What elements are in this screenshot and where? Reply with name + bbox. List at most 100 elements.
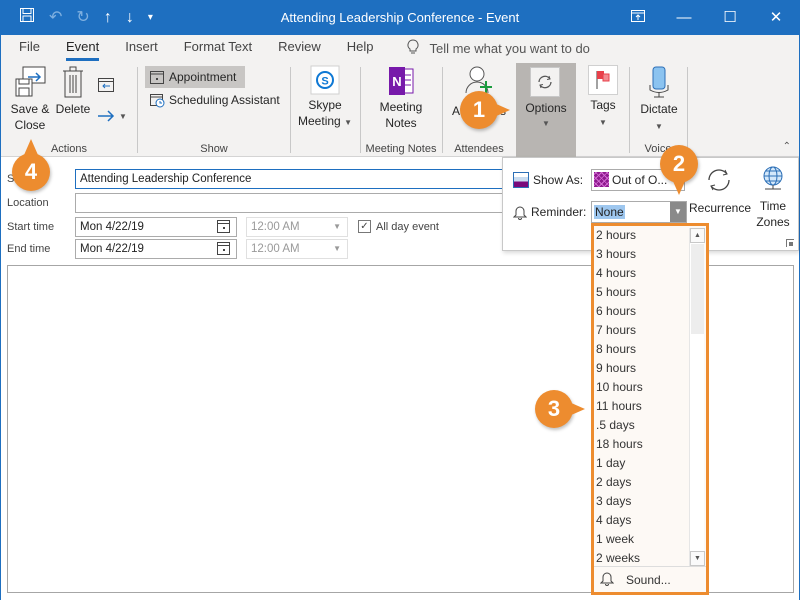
skype-meeting-button[interactable]: S Skype Meeting ▼ xyxy=(293,65,357,131)
start-time-select[interactable]: 12:00 AM ▼ xyxy=(246,217,348,237)
reminder-option[interactable]: 4 hours xyxy=(594,264,690,283)
delete-button[interactable]: Delete xyxy=(55,65,91,117)
forward-arrow-icon xyxy=(98,110,115,122)
tab-insert[interactable]: Insert xyxy=(125,35,158,61)
reminder-select[interactable]: None ▼ xyxy=(591,201,687,223)
reminder-option[interactable]: 8 hours xyxy=(594,340,690,359)
location-input[interactable] xyxy=(75,193,515,213)
microphone-icon xyxy=(649,66,669,98)
tell-me-placeholder: Tell me what you want to do xyxy=(429,40,590,56)
options-button[interactable]: Options ▼ xyxy=(516,63,576,157)
calendar-move-icon xyxy=(98,78,114,92)
end-time-select[interactable]: 12:00 AM ▼ xyxy=(246,239,348,259)
chevron-down-icon: ▼ xyxy=(333,222,341,231)
reminder-option[interactable]: 2 days xyxy=(594,473,690,492)
chevron-down-icon: ▼ xyxy=(599,118,607,127)
ribbon-display-options-icon[interactable] xyxy=(615,1,661,35)
show-as-label: Show As: xyxy=(513,172,583,188)
group-label-show: Show xyxy=(200,143,228,155)
all-day-label: All day event xyxy=(376,221,439,233)
chevron-down-icon: ▼ xyxy=(655,122,663,131)
maximize-icon[interactable]: ☐ xyxy=(707,1,753,35)
reminder-option[interactable]: 6 hours xyxy=(594,302,690,321)
reminder-option[interactable]: 4 days xyxy=(594,511,690,530)
tab-file[interactable]: File xyxy=(19,35,40,61)
svg-text:N: N xyxy=(392,74,401,89)
dialog-launcher-icon[interactable] xyxy=(786,239,794,247)
appointment-button[interactable]: Appointment xyxy=(145,66,245,88)
ribbon: Save & Close Delete ▼ Actions Appointmen… xyxy=(1,61,799,157)
onenote-icon: N xyxy=(389,67,414,95)
scheduling-assistant-icon xyxy=(150,94,165,108)
callout-4: 4 xyxy=(12,139,50,191)
tab-review[interactable]: Review xyxy=(278,35,321,61)
time-zones-button[interactable]: Time Zones xyxy=(753,164,793,230)
group-label-meeting-notes: Meeting Notes xyxy=(365,143,437,155)
reminder-option[interactable]: 3 days xyxy=(594,492,690,511)
reminder-option[interactable]: 18 hours xyxy=(594,435,690,454)
all-day-checkbox[interactable]: ✓ xyxy=(358,220,371,233)
lightbulb-icon xyxy=(407,38,419,58)
close-icon[interactable]: ✕ xyxy=(753,1,799,35)
outlook-event-window: ↶ ↻ ↑ ↓ ▾ Attending Leadership Conferenc… xyxy=(0,0,800,600)
chevron-down-icon: ▼ xyxy=(333,244,341,253)
scheduling-assistant-button[interactable]: Scheduling Assistant xyxy=(145,89,284,111)
reminder-option[interactable]: 10 hours xyxy=(594,378,690,397)
reminder-option[interactable]: 9 hours xyxy=(594,359,690,378)
ribbon-tabs: File Event Insert Format Text Review Hel… xyxy=(1,35,799,61)
reminder-option[interactable]: 2 hours xyxy=(594,226,690,245)
trash-icon xyxy=(63,66,83,98)
scroll-down-icon[interactable]: ▼ xyxy=(690,551,705,566)
collapse-ribbon-icon[interactable]: ⌃ xyxy=(783,141,791,152)
group-actions: Save & Close Delete ▼ Actions xyxy=(1,61,137,157)
refresh-icon xyxy=(530,67,560,97)
scrollbar-thumb[interactable] xyxy=(691,244,704,334)
tab-event[interactable]: Event xyxy=(65,35,100,61)
reminder-dropdown-list: 2 hours 3 hours 4 hours 5 hours 6 hours 7 hou… xyxy=(591,223,709,595)
group-show: Appointment Scheduling Assistant Show xyxy=(138,61,290,157)
reminder-option[interactable]: 11 hours xyxy=(594,397,690,416)
end-date-input[interactable]: Mon 4/22/19 xyxy=(75,239,237,259)
minimize-icon[interactable]: — xyxy=(661,1,707,35)
dictate-button[interactable]: Dictate ▼ xyxy=(634,65,684,135)
group-voice: Dictate ▼ Voice xyxy=(630,61,686,157)
start-time-label: Start time xyxy=(7,221,55,233)
calendar-icon[interactable] xyxy=(217,242,230,255)
reminder-label: Reminder: xyxy=(512,204,586,220)
reminder-option[interactable]: 1 day xyxy=(594,454,690,473)
chevron-down-icon: ▼ xyxy=(119,111,127,121)
reminder-scrollbar[interactable]: ▲ ▼ xyxy=(689,228,705,566)
reminder-option[interactable]: 5 hours xyxy=(594,283,690,302)
reminder-option[interactable]: 7 hours xyxy=(594,321,690,340)
reminder-sound-button[interactable]: Sound... xyxy=(594,566,706,592)
location-label: Location xyxy=(7,197,49,209)
appointment-icon xyxy=(150,71,164,84)
tags-button[interactable]: Tags ▼ xyxy=(583,65,623,131)
forward-button[interactable]: ▼ xyxy=(93,105,131,127)
bell-icon xyxy=(512,204,528,220)
reminder-option[interactable]: 3 hours xyxy=(594,245,690,264)
copy-to-calendar-button[interactable] xyxy=(93,73,119,95)
title-bar: ↶ ↻ ↑ ↓ ▾ Attending Leadership Conferenc… xyxy=(1,1,799,35)
ribbon-separator xyxy=(290,67,291,153)
group-label-attendees: Attendees xyxy=(454,143,504,155)
svg-text:S: S xyxy=(321,76,328,88)
tell-me-search[interactable]: Tell me what you want to do xyxy=(407,38,590,58)
reminder-option[interactable]: 1 week xyxy=(594,530,690,549)
recurrence-button[interactable]: Recurrence xyxy=(689,164,751,216)
bell-icon xyxy=(599,570,615,589)
callout-3: 3 xyxy=(535,390,585,428)
start-date-input[interactable]: Mon 4/22/19 xyxy=(75,217,237,237)
reminder-option[interactable]: .5 days xyxy=(594,416,690,435)
save-close-button[interactable]: Save & Close xyxy=(7,65,53,133)
subject-input[interactable]: Attending Leadership Conference xyxy=(75,169,515,189)
chevron-down-icon: ▼ xyxy=(542,119,550,128)
meeting-notes-button[interactable]: N Meeting Notes xyxy=(371,65,431,131)
reminder-dropdown-button[interactable]: ▼ xyxy=(670,202,686,222)
tab-format-text[interactable]: Format Text xyxy=(184,35,252,61)
calendar-icon[interactable] xyxy=(217,220,230,233)
scroll-up-icon[interactable]: ▲ xyxy=(690,228,705,243)
tab-help[interactable]: Help xyxy=(347,35,374,61)
ribbon-separator xyxy=(687,67,688,153)
globe-icon xyxy=(763,166,783,190)
